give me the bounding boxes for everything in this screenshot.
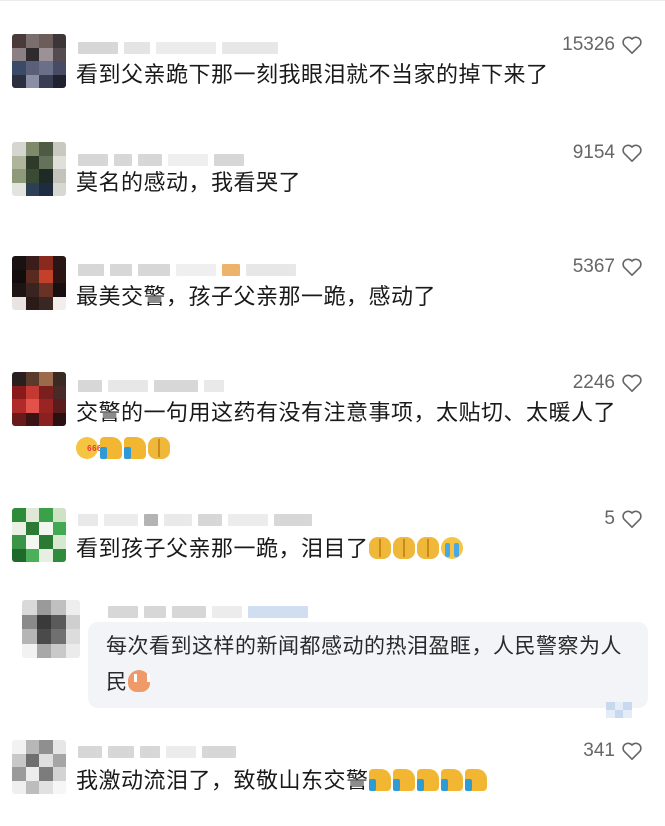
username-blurred[interactable] <box>78 744 236 760</box>
like-button[interactable]: 15326 <box>562 34 643 56</box>
like-count: 9154 <box>572 142 615 163</box>
username-blurred[interactable] <box>78 40 278 56</box>
avatar[interactable] <box>12 34 66 88</box>
pray-emoji-icon <box>392 537 415 559</box>
comment-text: 最美交警，孩子父亲那一跪，感动了 <box>76 285 437 310</box>
emoji-group <box>76 431 170 467</box>
blurred-tag <box>606 702 632 718</box>
peace-emoji-icon <box>127 670 150 692</box>
username-blurred[interactable] <box>108 604 308 620</box>
avatar[interactable] <box>12 142 66 196</box>
avatar[interactable] <box>12 508 66 562</box>
like-button[interactable]: 9154 <box>573 142 643 164</box>
comment-text: 看到父亲跪下那一刻我眼泪就不当家的掉下来了 <box>76 63 549 88</box>
avatar[interactable] <box>12 256 66 310</box>
like-count: 5 <box>604 508 615 529</box>
comment-item: 5 看到孩子父亲那一跪，泪目了 <box>0 508 665 588</box>
heart-outline-icon <box>622 374 642 392</box>
pray-emoji-icon <box>148 437 170 459</box>
username-blurred[interactable] <box>78 262 296 278</box>
heart-outline-icon <box>622 510 642 528</box>
comment-item: 15326 看到父亲跪下那一刻我眼泪就不当家的掉下来了 <box>0 34 665 114</box>
cry-emoji-icon <box>440 537 463 559</box>
heart-outline-icon <box>622 258 642 276</box>
thumb-emoji-icon <box>416 769 439 791</box>
comment-text: 交警的一句用这药有没有注意事项，太贴切、太暖人了 <box>76 396 641 468</box>
thumb-emoji-icon <box>124 437 146 459</box>
reply-item: 每次看到这样的新闻都感动的热泪盈眶，人民警察为人民 <box>0 600 665 718</box>
like-count: 2246 <box>572 372 615 393</box>
like-button[interactable]: 341 <box>583 740 643 762</box>
comment-item: 9154 莫名的感动，我看哭了 <box>0 142 665 222</box>
wow-emoji-icon <box>76 431 102 467</box>
pray-emoji-icon <box>416 537 439 559</box>
avatar[interactable] <box>12 372 66 426</box>
avatar[interactable] <box>12 740 66 794</box>
emoji-group <box>368 769 487 791</box>
emoji-group <box>127 670 150 692</box>
thumb-emoji-icon <box>464 769 487 791</box>
avatar[interactable] <box>22 600 80 658</box>
pray-emoji-icon <box>368 537 391 559</box>
username-blurred[interactable] <box>78 378 224 394</box>
thumb-emoji-icon <box>368 769 391 791</box>
like-count: 15326 <box>562 34 615 55</box>
thumb-emoji-icon <box>392 769 415 791</box>
heart-outline-icon <box>622 144 642 162</box>
like-button[interactable]: 5 <box>604 508 643 530</box>
comment-text: 莫名的感动，我看哭了 <box>76 171 302 196</box>
heart-outline-icon <box>622 36 642 54</box>
comment-text: 看到孩子父亲那一跪，泪目了 <box>76 532 641 568</box>
like-count: 341 <box>583 740 615 761</box>
thumb-emoji-icon <box>100 437 122 459</box>
comment-item: 5367 最美交警，孩子父亲那一跪，感动了 <box>0 256 665 336</box>
comment-item: 341 我激动流泪了，致敬山东交警 <box>0 740 665 820</box>
emoji-group <box>368 537 463 559</box>
username-blurred[interactable] <box>78 512 312 528</box>
comment-item: 2246 交警的一句用这药有没有注意事项，太贴切、太暖人了 <box>0 372 665 476</box>
heart-outline-icon <box>622 742 642 760</box>
comment-text: 我激动流泪了，致敬山东交警 <box>76 764 641 800</box>
thumb-emoji-icon <box>440 769 463 791</box>
like-count: 5367 <box>572 256 615 277</box>
reply-text: 每次看到这样的新闻都感动的热泪盈眶，人民警察为人民 <box>106 634 622 694</box>
top-divider <box>0 0 665 1</box>
like-button[interactable]: 2246 <box>573 372 643 394</box>
like-button[interactable]: 5367 <box>573 256 643 278</box>
